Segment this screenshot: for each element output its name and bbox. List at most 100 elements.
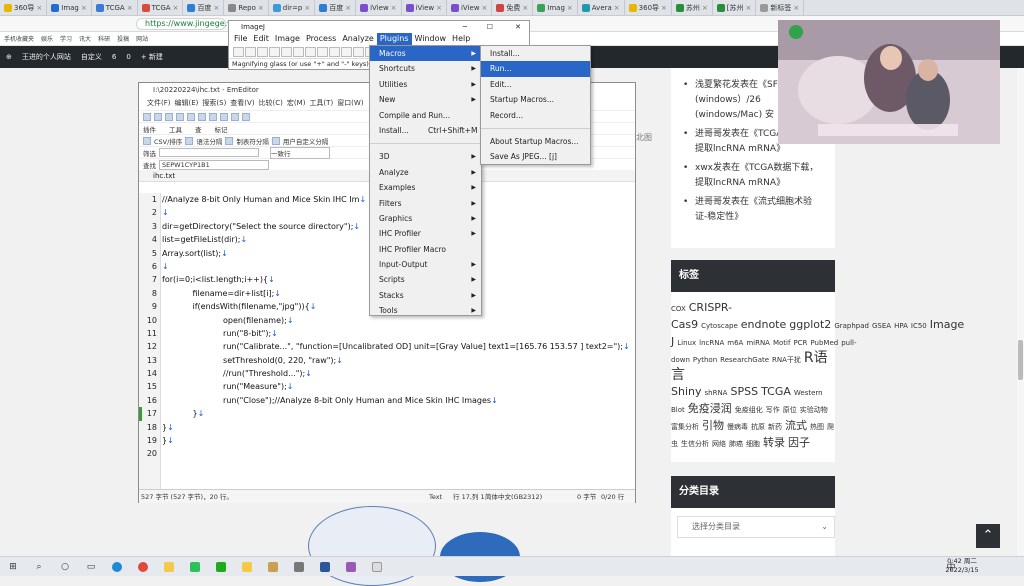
browser-tab[interactable]: dir=p × [269, 0, 316, 15]
emeditor-menu-item[interactable]: 编辑(E) [175, 97, 199, 110]
plugins-menu-item[interactable]: Tools ▶ [370, 303, 481, 318]
tab-close-icon[interactable]: × [746, 4, 752, 12]
code-line[interactable]: run("Measure");↓ [162, 380, 632, 393]
comments-count[interactable]: 0 [126, 53, 130, 61]
browser-tab[interactable]: iView × [356, 0, 402, 15]
bookmark-link[interactable]: 手机收藏夹 [4, 34, 34, 43]
tag-link[interactable]: 抗原 [751, 423, 765, 431]
browser-tab[interactable]: [苏州 × [713, 0, 757, 15]
tag-link[interactable]: Python [693, 356, 717, 364]
search-icon[interactable]: ⌕ [26, 557, 52, 577]
tag-link[interactable]: 流式 [785, 419, 807, 432]
tag-link[interactable]: PubMed [810, 339, 838, 347]
tag-link[interactable]: 细胞 [746, 440, 760, 448]
emeditor-menu-item[interactable]: 查看(V) [230, 97, 254, 110]
imagej-menu-help[interactable]: Help [449, 33, 473, 45]
page-scrollbar[interactable] [1017, 68, 1024, 556]
tag-link[interactable]: lncRNA [699, 339, 724, 347]
toolbar-label[interactable]: 查 [195, 124, 202, 134]
tag-link[interactable]: 引物 [702, 419, 724, 432]
emeditor-menu-item[interactable]: 文件(F) [147, 97, 171, 110]
tag-link[interactable]: R语言 [671, 350, 828, 383]
plugins-menu-item[interactable]: 3D ▶ [370, 149, 481, 164]
open-file-icon[interactable] [154, 112, 162, 121]
toolbar-mode-icon[interactable] [185, 136, 194, 145]
filter-mode-select[interactable]: 一致行 [270, 146, 330, 159]
code-line[interactable]: }↓ [162, 434, 632, 447]
emeditor-menu-item[interactable]: 宏(M) [287, 97, 306, 110]
undo-icon[interactable] [220, 112, 228, 121]
emeditor-task-icon[interactable] [338, 557, 364, 577]
bookmark-link[interactable]: 网站 [136, 34, 148, 43]
macros-menu-item[interactable]: Startup Macros... [481, 92, 590, 107]
print-icon[interactable] [176, 112, 184, 121]
url-input[interactable]: https://www.jingege.w [136, 18, 234, 30]
tab-close-icon[interactable]: × [482, 4, 488, 12]
emeditor-menu-item[interactable]: 窗口(W) [337, 97, 363, 110]
notepad-icon[interactable] [364, 557, 390, 577]
magnifier-tool-icon[interactable] [341, 46, 352, 57]
tab-close-icon[interactable]: × [36, 4, 42, 12]
polygon-tool-icon[interactable] [257, 46, 268, 57]
plugins-menu-item[interactable]: Input-Output ▶ [370, 257, 481, 272]
plugins-menu-item[interactable]: Graphics ▶ [370, 211, 481, 226]
plugins-menu-item[interactable]: New ▶ [370, 92, 481, 107]
browser-tab[interactable]: iView × [447, 0, 493, 15]
admin-customize-link[interactable]: 自定义 [81, 52, 102, 62]
updates-count[interactable]: 6 [112, 53, 116, 61]
toolbar-label[interactable]: 标记 [215, 124, 228, 134]
tag-link[interactable]: 生信分析 [681, 440, 709, 448]
windows-start-icon[interactable]: ⊞ [0, 557, 26, 577]
toolbar-label[interactable]: 工具 [169, 124, 182, 134]
tag-link[interactable]: 网络 [712, 440, 726, 448]
browser-tab[interactable]: iView × [402, 0, 447, 15]
wechat-icon[interactable] [182, 557, 208, 577]
toolbar-mode-label[interactable]: CSV/排序 [154, 136, 182, 146]
tab-close-icon[interactable]: × [345, 4, 351, 12]
cortana-icon[interactable]: ○ [52, 557, 78, 577]
back-to-top-button[interactable]: ⌃ [976, 524, 1000, 548]
plugins-menu-item[interactable]: Analyze ▶ [370, 165, 481, 180]
cut-icon[interactable] [187, 112, 195, 121]
tag-link[interactable]: shRNA [705, 389, 728, 397]
toolbar-mode-icon[interactable] [271, 136, 280, 145]
page-scrollbar-thumb[interactable] [1018, 340, 1023, 380]
admin-site-link[interactable]: 王进的个人网站 [22, 52, 71, 62]
save-icon[interactable] [165, 112, 173, 121]
plugins-menu-item[interactable]: Shortcuts ▶ [370, 61, 481, 76]
imagej-menu-plugins[interactable]: Plugins [376, 33, 412, 45]
browser-tab[interactable]: Avera × [578, 0, 625, 15]
recent-comment-item[interactable]: 进哥哥发表在《流式细胞术验证-稳定性》 [683, 195, 823, 225]
browser-tab[interactable]: TCGA × [92, 0, 138, 15]
browser-tab[interactable]: 百度 × [315, 0, 357, 15]
taskbar-clock[interactable]: 0:42 周二 2022/3/15 [940, 556, 984, 576]
tag-link[interactable]: 免疫组化 [735, 406, 763, 414]
browser-tab[interactable]: 免费 × [492, 0, 534, 15]
imagej-menu-window[interactable]: Window [412, 33, 450, 45]
video-overlay[interactable] [778, 20, 1000, 144]
plugins-menu-item[interactable]: Install... Ctrl+Shift+M [370, 123, 481, 138]
wand-tool-icon[interactable] [317, 46, 328, 57]
plugins-menu-item[interactable]: Scripts ▶ [370, 272, 481, 287]
code-line[interactable]: run("Close");//Analyze 8-bit Only Human … [162, 394, 632, 407]
tag-link[interactable]: 免疫浸润 [688, 402, 732, 415]
toolbar-label[interactable]: 插件 [143, 124, 156, 134]
tag-link[interactable]: IC50 [911, 322, 927, 330]
minimize-icon[interactable]: ─ [463, 21, 467, 33]
toolbar-mode-label[interactable]: 制表符分隔 [236, 136, 269, 146]
tab-close-icon[interactable]: × [213, 4, 219, 12]
paste-icon[interactable] [209, 112, 217, 121]
bookmark-link[interactable]: 娱乐 [41, 34, 53, 43]
browser-tab[interactable]: 360导 × [625, 0, 672, 15]
tab-close-icon[interactable]: × [391, 4, 397, 12]
toolbar-mode-label[interactable]: 语法分隔 [196, 136, 222, 146]
tab-close-icon[interactable]: × [127, 4, 133, 12]
plugins-menu-item[interactable]: Macros ▶ [370, 46, 481, 62]
code-line[interactable]: }↓ [162, 421, 632, 434]
app-yellow-icon[interactable] [234, 557, 260, 577]
toolbar-mode-icon[interactable] [143, 136, 151, 145]
oval-tool-icon[interactable] [245, 46, 256, 57]
tab-close-icon[interactable]: × [567, 4, 573, 12]
toolbar-mode-icon[interactable] [225, 136, 234, 145]
tag-link[interactable]: ResearchGate [720, 356, 769, 364]
